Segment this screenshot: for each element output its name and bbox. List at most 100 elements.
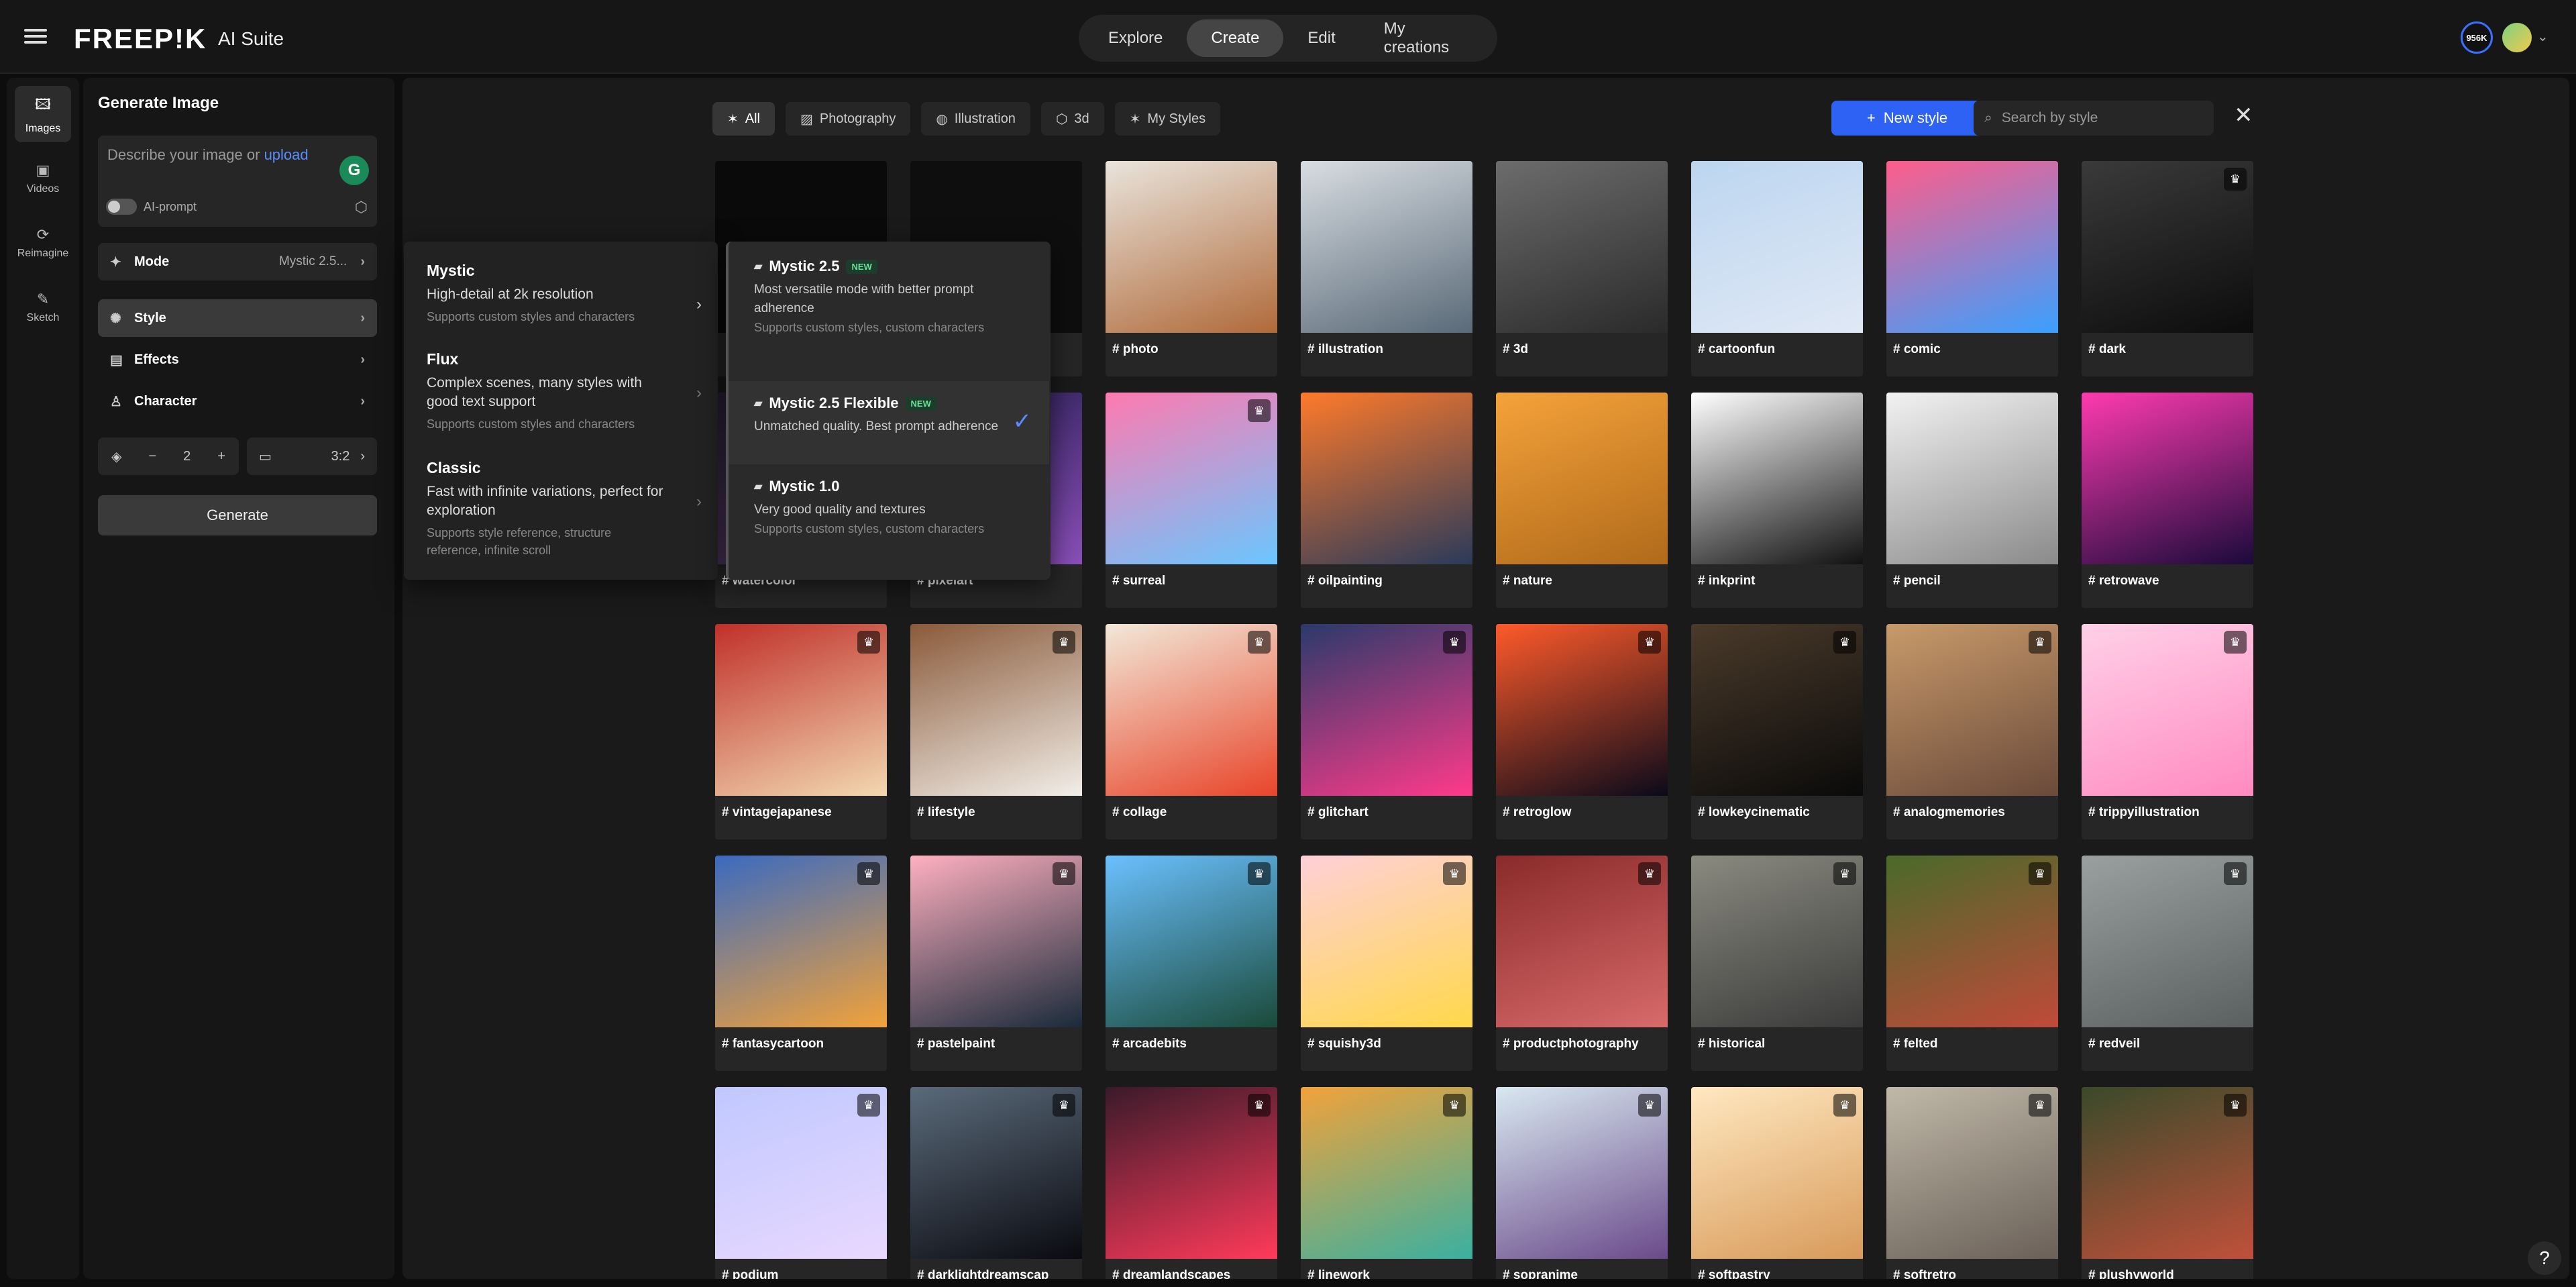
style-card[interactable]: # dark ♛ <box>2082 161 2253 376</box>
style-label: # photo <box>1112 342 1159 356</box>
effects-row[interactable]: ▤ Effects › <box>98 341 377 378</box>
style-card[interactable]: # softpastry ♛ <box>1691 1087 1863 1279</box>
style-card[interactable]: # lowkeycinematic ♛ <box>1691 624 1863 839</box>
style-card[interactable]: # 3d <box>1496 161 1668 376</box>
style-card[interactable]: # glitchart ♛ <box>1301 624 1472 839</box>
style-card[interactable]: # lifestyle ♛ <box>910 624 1082 839</box>
style-label: # arcadebits <box>1112 1037 1187 1051</box>
style-card[interactable]: # podium ♛ <box>715 1087 887 1279</box>
close-icon[interactable]: ✕ <box>2234 102 2253 129</box>
palette-icon: ◍ <box>936 111 948 127</box>
cube-icon: ⬡ <box>1055 111 1068 127</box>
filter-my-styles[interactable]: ✶ My Styles <box>1114 102 1221 136</box>
style-card[interactable]: # nature <box>1496 393 1668 608</box>
aspect-ratio-select[interactable]: ▭ 3:2 › <box>247 437 377 475</box>
style-card[interactable]: # felted ♛ <box>1886 856 2058 1071</box>
style-card[interactable]: # linework ♛ <box>1301 1087 1472 1279</box>
crown-icon: ♛ <box>1053 862 1075 885</box>
style-card[interactable]: # redveil ♛ <box>2082 856 2253 1071</box>
style-card[interactable]: # productphotography ♛ <box>1496 856 1668 1071</box>
style-card[interactable]: # analogmemories ♛ <box>1886 624 2058 839</box>
style-card[interactable]: # inkprint <box>1691 393 1863 608</box>
style-card[interactable]: # darklightdreamscap ♛ <box>910 1087 1082 1279</box>
grammarly-icon[interactable]: G <box>339 156 369 185</box>
freepik-logo[interactable]: FREEP!K <box>74 23 207 55</box>
upload-link[interactable]: upload <box>264 146 309 163</box>
style-card[interactable]: # squishy3d ♛ <box>1301 856 1472 1071</box>
style-card[interactable]: # softretro ♛ <box>1886 1087 2058 1279</box>
submenu-mystic-25[interactable]: ▰ Mystic 2.5 NEW Most versatile mode with … <box>729 258 1049 382</box>
rail-reimagine[interactable]: ⟳ Reimagine <box>15 215 71 271</box>
submenu-mystic-25-flexible[interactable]: ▰ Mystic 2.5 Flexible NEW Unmatched qualit… <box>729 381 1049 464</box>
submenu-title: Mystic 2.5 Flexible <box>769 395 899 411</box>
style-card[interactable]: # cartoonfun <box>1691 161 1863 376</box>
chevron-down-icon[interactable]: ⌄ <box>2537 28 2548 45</box>
new-style-button[interactable]: + New style <box>1831 101 1983 136</box>
style-card[interactable]: # arcadebits ♛ <box>1106 856 1277 1071</box>
crown-icon: ♛ <box>1833 862 1856 885</box>
style-card[interactable]: # photo <box>1106 161 1277 376</box>
help-button[interactable]: ? <box>2528 1241 2561 1275</box>
style-card[interactable]: # dreamlandscapes ♛ <box>1106 1087 1277 1279</box>
decrement-button[interactable]: − <box>148 449 156 464</box>
nav-create[interactable]: Create <box>1187 19 1284 57</box>
style-card[interactable]: # retrowave <box>2082 393 2253 608</box>
style-card[interactable]: # illustration <box>1301 161 1472 376</box>
generate-button[interactable]: Generate <box>98 495 377 535</box>
style-card[interactable]: # trippyillustration ♛ <box>2082 624 2253 839</box>
menu-icon[interactable] <box>24 25 47 48</box>
style-thumbnail <box>1496 393 1668 564</box>
style-row[interactable]: ✺ Style › <box>98 299 377 337</box>
character-row[interactable]: ♙ Character › <box>98 382 377 420</box>
style-card[interactable]: # oilpainting <box>1301 393 1472 608</box>
style-thumbnail <box>2082 393 2253 564</box>
crown-icon: ♛ <box>1443 1094 1466 1117</box>
style-label: # retroglow <box>1503 805 1572 819</box>
brush-icon: ▰ <box>754 481 763 493</box>
new-badge: NEW <box>905 396 936 411</box>
new-style-label: New style <box>1883 109 1948 126</box>
filter-all[interactable]: ✶ All <box>712 102 775 136</box>
rail-sketch[interactable]: ✎ Sketch <box>15 279 71 336</box>
nav-my-creations[interactable]: My creations <box>1360 19 1492 57</box>
nav-edit[interactable]: Edit <box>1283 19 1359 57</box>
increment-button[interactable]: + <box>217 449 225 464</box>
cube-icon[interactable]: ⬡ <box>355 199 368 216</box>
style-card[interactable]: # vintagejapanese ♛ <box>715 624 887 839</box>
crown-icon: ♛ <box>1053 1094 1075 1117</box>
ai-prompt-label: AI-prompt <box>144 200 197 213</box>
avatar[interactable] <box>2502 23 2532 52</box>
credits-badge[interactable]: 956K <box>2461 21 2493 54</box>
style-search-input[interactable]: ⌕ Search by style <box>1974 101 2214 136</box>
style-label: # cartoonfun <box>1698 342 1776 356</box>
style-card[interactable]: # collage ♛ <box>1106 624 1277 839</box>
submenu-title: Mystic 1.0 <box>769 478 840 495</box>
ai-prompt-toggle[interactable] <box>106 199 137 215</box>
style-card[interactable]: # fantasycartoon ♛ <box>715 856 887 1071</box>
rail-images[interactable]: 🖾 Images <box>15 86 71 142</box>
style-card[interactable]: # surreal ♛ <box>1106 393 1277 608</box>
style-card[interactable]: # sopranime ♛ <box>1496 1087 1668 1279</box>
rail-videos[interactable]: ▣ Videos <box>15 150 71 207</box>
mode-option-title: Mystic <box>427 262 475 279</box>
star-icon: ✶ <box>1129 111 1141 127</box>
filter-3d[interactable]: ⬡ 3d <box>1040 102 1104 136</box>
nav-explore[interactable]: Explore <box>1084 19 1187 57</box>
prompt-input[interactable]: Describe your image or upload G AI-promp… <box>98 136 377 227</box>
style-card[interactable]: # historical ♛ <box>1691 856 1863 1071</box>
style-card[interactable]: # comic <box>1886 161 2058 376</box>
main-nav: Explore Create Edit My creations <box>1079 15 1497 62</box>
mode-option-mystic[interactable]: Mystic High-detail at 2k resolution Supp… <box>427 262 708 325</box>
style-card[interactable]: # pencil <box>1886 393 2058 608</box>
mode-option-classic[interactable]: Classic Fast with infinite variations, p… <box>427 459 708 559</box>
submenu-mystic-10[interactable]: ▰ Mystic 1.0 Very good quality and textur… <box>729 478 1049 572</box>
style-card[interactable]: # pastelpaint ♛ <box>910 856 1082 1071</box>
style-card[interactable]: # retroglow ♛ <box>1496 624 1668 839</box>
mode-row[interactable]: ✦ Mode Mystic 2.5... › <box>98 243 377 280</box>
style-card[interactable]: # plushyworld ♛ <box>2082 1087 2253 1279</box>
filter-illustration[interactable]: ◍ Illustration <box>921 102 1030 136</box>
filter-photography[interactable]: ▨ Photography <box>786 102 911 136</box>
mode-option-flux[interactable]: Flux Complex scenes, many styles with go… <box>427 350 708 433</box>
ratio-value: 3:2 <box>331 448 350 464</box>
character-label: Character <box>134 393 197 409</box>
